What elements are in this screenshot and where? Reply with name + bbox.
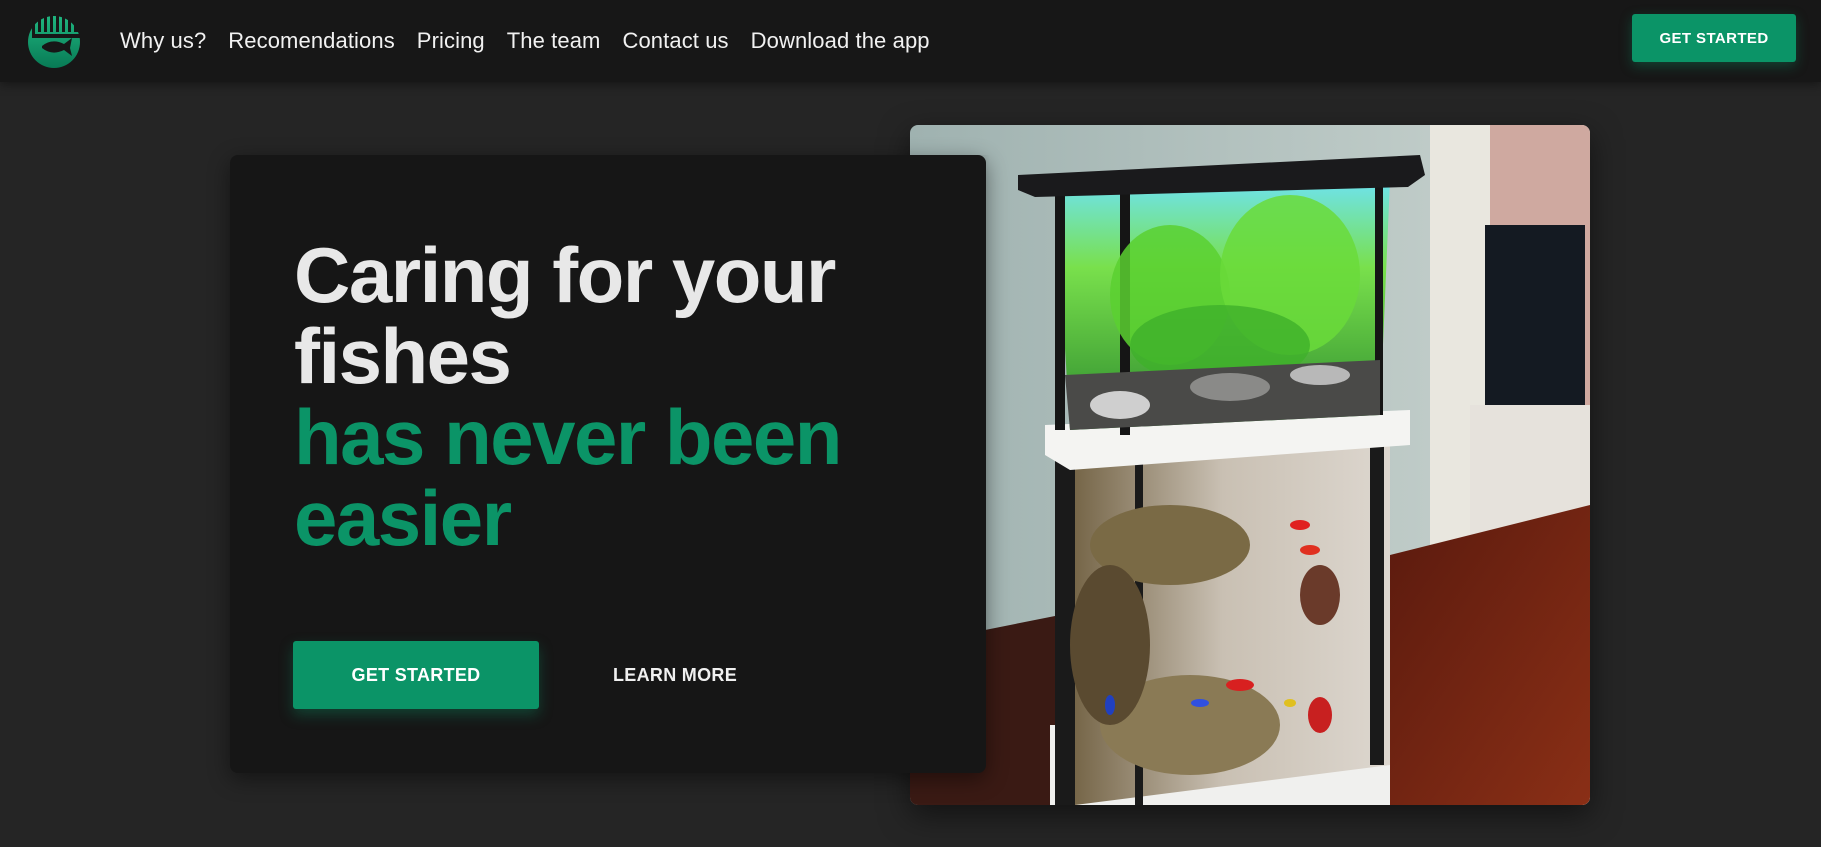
- navbar: Why us? Recomendations Pricing The team …: [0, 0, 1821, 82]
- hero-learn-more-button[interactable]: LEARN MORE: [575, 641, 775, 709]
- nav-link-why-us[interactable]: Why us?: [120, 28, 206, 54]
- hero-title-line-4: easier: [294, 474, 512, 562]
- nav-link-recomendations[interactable]: Recomendations: [228, 28, 395, 54]
- hero-card: Caring for your fishes has never been ea…: [230, 155, 986, 773]
- hero-get-started-button[interactable]: GET STARTED: [293, 641, 539, 709]
- fish-logo-icon[interactable]: [24, 12, 84, 68]
- hero-title: Caring for your fishes has never been ea…: [294, 235, 914, 559]
- hero-title-line-2: fishes: [294, 312, 512, 400]
- nav-link-the-team[interactable]: The team: [507, 28, 601, 54]
- nav-link-pricing[interactable]: Pricing: [417, 28, 485, 54]
- hero-title-line-1: Caring for your: [294, 231, 836, 319]
- nav-links: Why us? Recomendations Pricing The team …: [120, 0, 952, 82]
- nav-link-download-app[interactable]: Download the app: [751, 28, 930, 54]
- nav-link-contact-us[interactable]: Contact us: [622, 28, 728, 54]
- nav-get-started-button[interactable]: GET STARTED: [1632, 14, 1796, 62]
- hero-title-line-3: has never been: [294, 393, 842, 481]
- aquarium-photo: [910, 125, 1590, 805]
